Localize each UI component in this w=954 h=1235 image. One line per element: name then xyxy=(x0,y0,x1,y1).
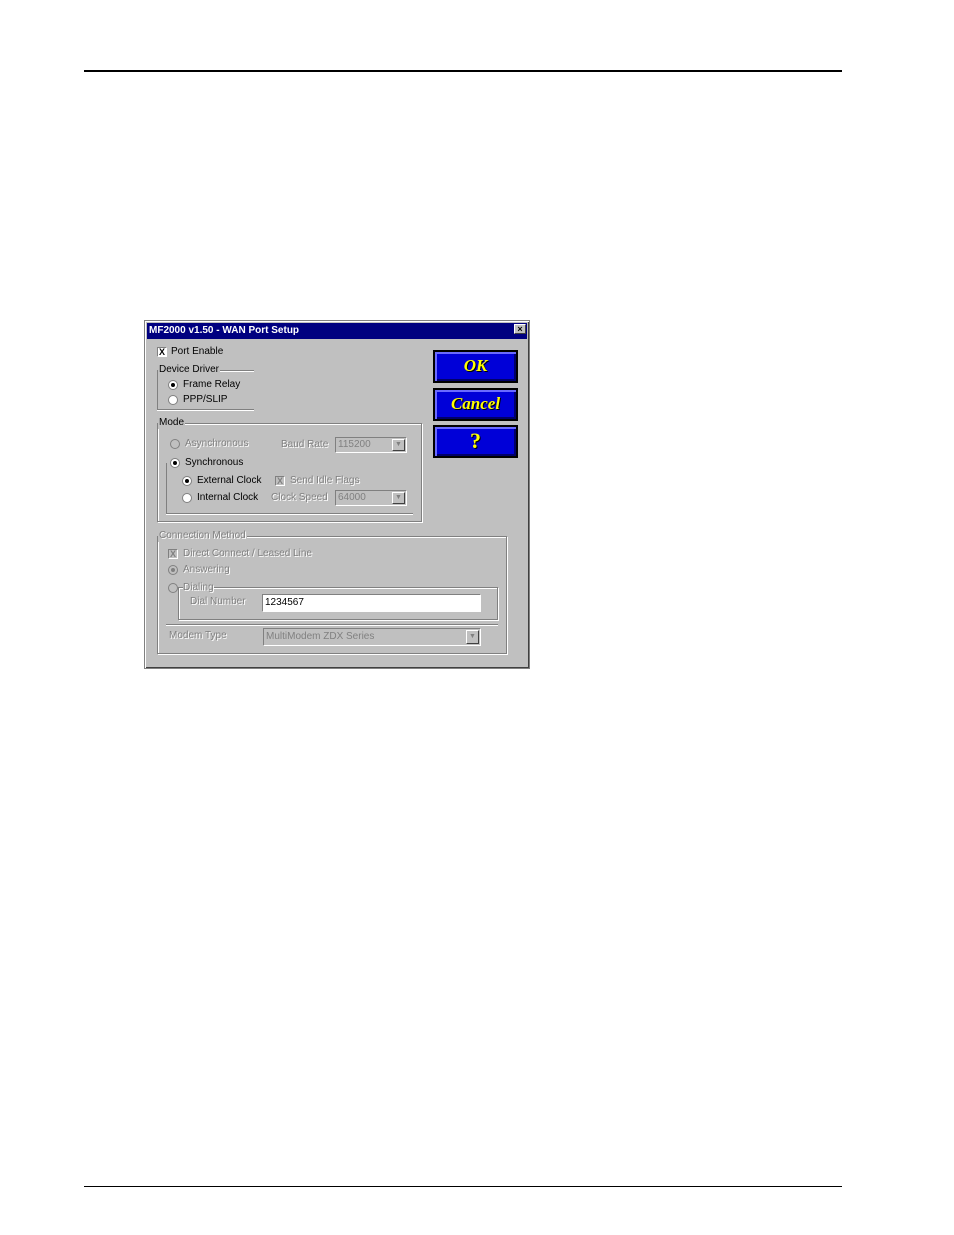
window-title: MF2000 v1.50 - WAN Port Setup xyxy=(149,325,300,336)
modem-type-value: MultiModem ZDX Series xyxy=(266,631,375,642)
ok-button[interactable]: OK xyxy=(433,350,518,383)
ppp-slip-label: PPP/SLIP xyxy=(183,394,228,405)
port-enable-label: Port Enable xyxy=(171,346,224,357)
close-icon[interactable]: × xyxy=(514,324,526,334)
dial-number-label: Dial Number xyxy=(190,596,246,607)
frame-relay-label: Frame Relay xyxy=(183,379,241,390)
baud-rate-select[interactable]: 115200 ▼ xyxy=(335,437,407,453)
clock-speed-select[interactable]: 64000 ▼ xyxy=(335,490,407,506)
chevron-down-icon[interactable]: ▼ xyxy=(392,492,405,504)
dialing-radio[interactable] xyxy=(168,583,178,593)
cancel-button[interactable]: Cancel xyxy=(433,388,518,421)
footer-rule xyxy=(84,1186,842,1187)
external-clock-label: External Clock xyxy=(197,475,262,486)
send-idle-flags-label: Send Idle Flags xyxy=(290,475,360,486)
help-button[interactable]: ? xyxy=(433,425,518,458)
internal-clock-radio[interactable] xyxy=(182,493,192,503)
connection-method-title: Connection Method xyxy=(158,530,247,542)
baud-rate-label: Baud Rate xyxy=(281,439,329,450)
internal-clock-label: Internal Clock xyxy=(197,492,259,503)
connection-divider xyxy=(166,624,498,625)
dial-number-input[interactable]: 1234567 xyxy=(262,594,481,612)
clock-speed-label: Clock Speed xyxy=(271,492,328,503)
modem-type-label: Modem Type xyxy=(169,630,227,641)
synchronous-bottom-line xyxy=(166,513,413,514)
device-driver-bottom-line xyxy=(157,409,254,410)
external-clock-radio[interactable] xyxy=(182,476,192,486)
asynchronous-radio[interactable] xyxy=(170,439,180,449)
clock-speed-value: 64000 xyxy=(338,492,366,503)
baud-rate-value: 115200 xyxy=(338,439,371,450)
direct-connect-checkbox[interactable]: X xyxy=(168,549,178,559)
asynchronous-label: Asynchronous xyxy=(185,438,249,449)
modem-type-select[interactable]: MultiModem ZDX Series ▼ xyxy=(263,628,481,646)
chevron-down-icon[interactable]: ▼ xyxy=(466,630,479,644)
port-enable-checkbox[interactable]: X xyxy=(157,347,167,357)
ppp-slip-radio[interactable] xyxy=(168,395,178,405)
chevron-down-icon[interactable]: ▼ xyxy=(392,439,405,451)
answering-label: Answering xyxy=(183,564,230,575)
synchronous-radio[interactable] xyxy=(170,458,180,468)
send-idle-flags-checkbox[interactable]: X xyxy=(275,476,285,486)
title-bar: MF2000 v1.50 - WAN Port Setup xyxy=(147,323,527,339)
direct-connect-label: Direct Connect / Leased Line xyxy=(183,548,312,559)
device-driver-title: Device Driver xyxy=(158,364,221,376)
header-rule xyxy=(84,70,842,72)
synchronous-left-line xyxy=(166,463,167,513)
synchronous-label: Synchronous xyxy=(185,457,244,469)
dialing-label: Dialing xyxy=(183,582,214,594)
mode-title: Mode xyxy=(158,417,186,429)
answering-radio[interactable] xyxy=(168,565,178,575)
frame-relay-radio[interactable] xyxy=(168,380,178,390)
